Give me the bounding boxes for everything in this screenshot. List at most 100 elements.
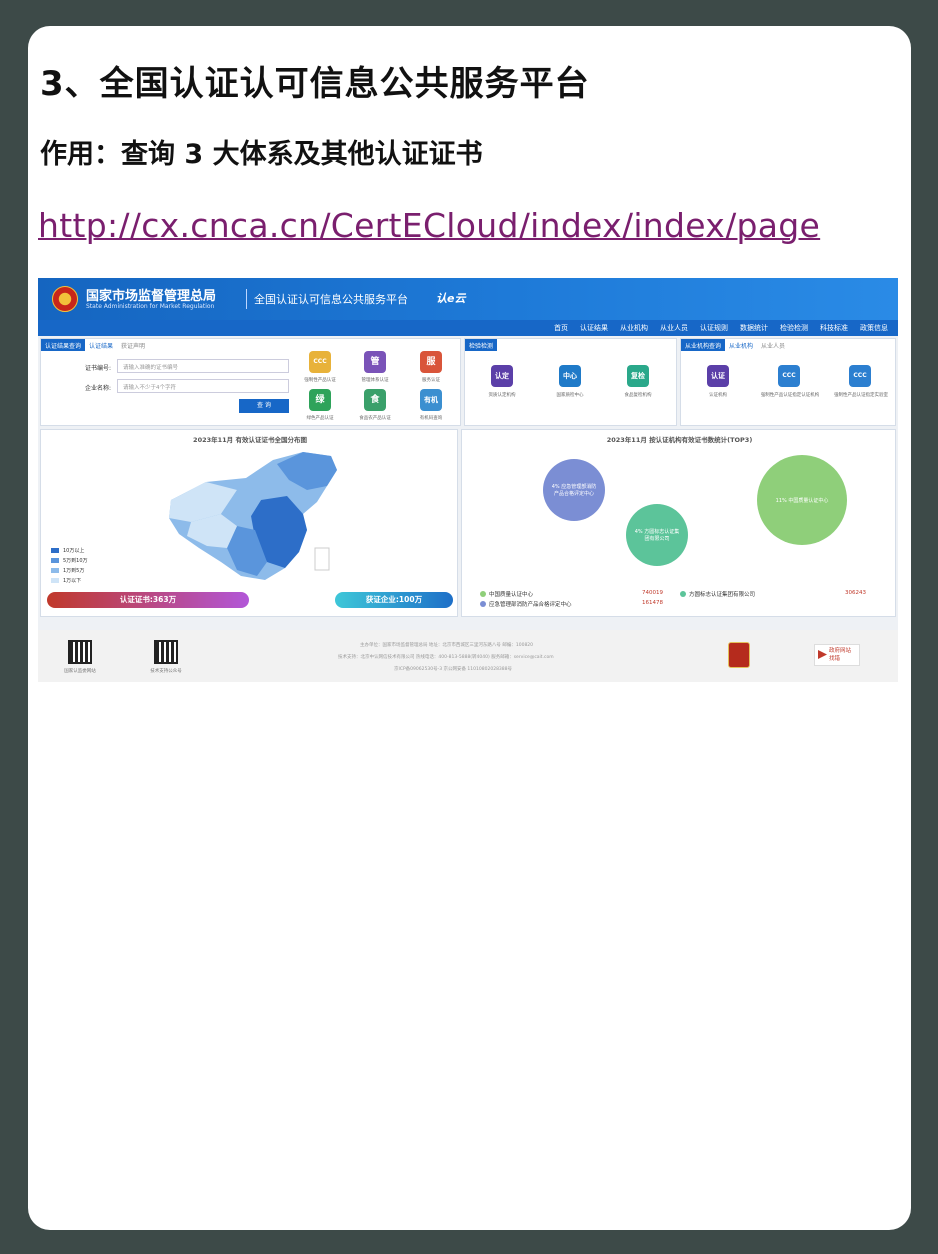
china-map [169,452,337,580]
organic-code-caption: 有机码查询 [419,416,443,421]
legend-label-3: 1万到5万 [63,568,85,574]
nav-item-results[interactable]: 认证结果 [574,323,614,333]
legend-name-fire: 应急管理部消防产品合格评定中心 [489,602,572,608]
tab-cert-results[interactable]: 认证结果 [85,339,117,351]
gov-label-2: 找错 [829,656,841,662]
post-heading: 3、全国认证认可信息公共服务平台 [40,64,590,104]
footer-line-2: 技术支持：北京中认网信技术有限公司 热线电话：400-813-5888(转404… [338,655,554,660]
legend-label-2: 5万到10万 [63,558,88,564]
platform-name: 全国认证认可信息公共服务平台 [254,293,408,306]
site-url-link[interactable]: http://cx.cnca.cn/CertECloud/index/index… [38,206,820,245]
legend-swatch-4 [51,578,59,583]
qualification-agency-icon[interactable]: 认定 [491,365,513,387]
food-recheck-icon[interactable]: 复检 [627,365,649,387]
agency-panel: 从业机构查询 从业机构 从业人员 认证 认证机构 CCC 强制性产品认证指定认证… [680,338,896,426]
nav-item-statistics[interactable]: 数据统计 [734,323,774,333]
qr-code-icon [68,640,92,664]
legend-swatch-1 [51,548,59,553]
org-name: 国家市场监督管理总局 [86,289,217,304]
nav-item-standards[interactable]: 科技标准 [814,323,854,333]
legend-label-1: 10万以上 [63,548,85,554]
tab-cert-query[interactable]: 认证结果查询 [41,339,86,351]
bubble-label-0: 11% 中国质量认证中心 [775,497,829,504]
party-badge-icon[interactable] [728,642,750,668]
tab-agency-query[interactable]: 从业机构查询 [681,339,726,351]
site-banner: 国家市场监督管理总局 State Administration for Mark… [38,278,898,320]
legend-dot-cqc [480,591,486,597]
company-total-badge: 获证企业:100万 [335,592,453,608]
gov-site-error-button[interactable]: 政府网站 找错 [814,644,860,666]
management-cert-caption: 管理体系认证 [361,378,389,383]
national-center-caption: 国家质检中心 [556,393,584,398]
ccc-agency-caption: 强制性产品认证指定认证机构 [760,393,820,398]
ccc-lab-caption: 强制性产品认证指定实验室 [834,393,888,398]
food-recheck-caption: 食品复检机构 [624,393,652,398]
top3-chart-panel: 2023年11月 按认证机构有效证书数统计(TOP3) 11% 中国质量认证中心… [461,429,896,617]
org-name-en: State Administration for Market Regulati… [86,303,215,310]
qr2-caption: 技术支持公众号 [150,669,182,674]
inspection-panel: 检验检测 认定 资质认定机构 中心 国家质检中心 复检 食品复检机构 [464,338,677,426]
nav-item-inspection[interactable]: 检验检测 [774,323,814,333]
cert-no-label: 证书编号: [85,365,112,372]
footer-line-1: 主办单位：国家市场监督管理总局 地址：北京市西城区三里河东路八号 邮编：1008… [360,643,534,648]
query-panel: 认证结果查询 认证结果 获证声明 证书编号: 请输入准确的证书编号 企业名称: … [40,338,461,426]
tab-inspection[interactable]: 检验检测 [465,339,498,351]
service-cert-caption: 服务认证 [422,378,440,383]
legend-value-cqc: 740019 [642,590,663,596]
gov-label-1: 政府网站 [829,648,852,654]
nav-item-agencies[interactable]: 从业机构 [614,323,654,333]
green-product-icon[interactable]: 绿 [309,389,331,411]
tab-cert-statement[interactable]: 获证声明 [117,339,149,351]
banner-divider [246,289,247,309]
bubble-label-1: 4% 方圆标志认证集团有限公司 [634,529,680,542]
legend-name-cqc: 中国质量认证中心 [489,592,534,598]
search-button[interactable]: 查 询 [239,399,289,413]
green-product-caption: 绿色产品认证 [306,416,334,421]
ccc-lab-icon[interactable]: CCC [849,365,871,387]
nav-item-rules[interactable]: 认证规则 [694,323,734,333]
company-input[interactable]: 请输入不少于4个字符 [117,379,289,393]
management-cert-icon[interactable]: 管 [364,351,386,373]
national-center-icon[interactable]: 中心 [559,365,581,387]
tab-personnel[interactable]: 从业人员 [757,339,789,351]
legend-name-fangyuan: 方圆标志认证集团有限公司 [689,592,756,598]
bubble-1: 4% 方圆标志认证集团有限公司 [626,504,688,566]
legend-value-fangyuan: 306243 [845,590,866,596]
post-card: 3、全国认证认可信息公共服务平台 作用：查询 3 大体系及其他认证证书 http… [28,26,911,1230]
cert-agency-caption: 认证机构 [709,393,727,398]
site-footer: 国家认监委网站 技术支持公众号 主办单位：国家市场监督管理总局 地址：北京市西城… [38,630,898,682]
tab-agencies[interactable]: 从业机构 [725,339,757,351]
legend-swatch-2 [51,558,59,563]
legend-swatch-3 [51,568,59,573]
main-nav: 首页 认证结果 从业机构 从业人员 认证规则 数据统计 检验检测 科技标准 政策… [38,320,898,336]
qr1-caption: 国家认监委网站 [64,669,96,674]
company-label: 企业名称: [85,385,112,392]
legend-dot-fire [480,601,486,607]
nav-item-policy[interactable]: 政策信息 [854,323,894,333]
ccc-agency-icon[interactable]: CCC [778,365,800,387]
qr-code-icon [154,640,178,664]
post-subheading: 作用：查询 3 大体系及其他认证证书 [40,139,483,170]
food-cert-caption: 食品农产品认证 [359,416,391,421]
qualification-agency-caption: 资质认定机构 [488,393,516,398]
cert-no-input[interactable]: 请输入准确的证书编号 [117,359,289,373]
ccc-cert-icon[interactable]: CCC [309,351,331,373]
ccc-cert-caption: 强制性产品认证 [304,378,336,383]
nav-item-home[interactable]: 首页 [548,323,574,333]
organic-code-icon[interactable]: 有机 [420,389,442,411]
service-cert-icon[interactable]: 服 [420,351,442,373]
legend-label-4: 1万以下 [63,578,82,584]
legend-dot-fangyuan [680,591,686,597]
bubble-0: 11% 中国质量认证中心 [757,455,847,545]
map-panel: 2023年11月 有效认证证书全国分布图 10万以上 5万到10万 1万到5万 … [40,429,458,617]
legend-value-fire: 161478 [642,600,663,606]
nav-item-personnel[interactable]: 从业人员 [654,323,694,333]
cert-total-badge: 认证证书:363万 [47,592,249,608]
footer-line-3: 京ICP备09062530号-3 京公网安备 11010802028388号 [394,667,513,672]
cert-agency-icon[interactable]: 认证 [707,365,729,387]
bubble-2: 4% 应急管理部消防产品合格评定中心 [543,459,605,521]
site-screenshot: 国家市场监督管理总局 State Administration for Mark… [38,278,898,682]
food-cert-icon[interactable]: 食 [364,389,386,411]
brand-logo: 认e云 [436,292,466,305]
bubble-label-2: 4% 应急管理部消防产品合格评定中心 [551,484,597,497]
